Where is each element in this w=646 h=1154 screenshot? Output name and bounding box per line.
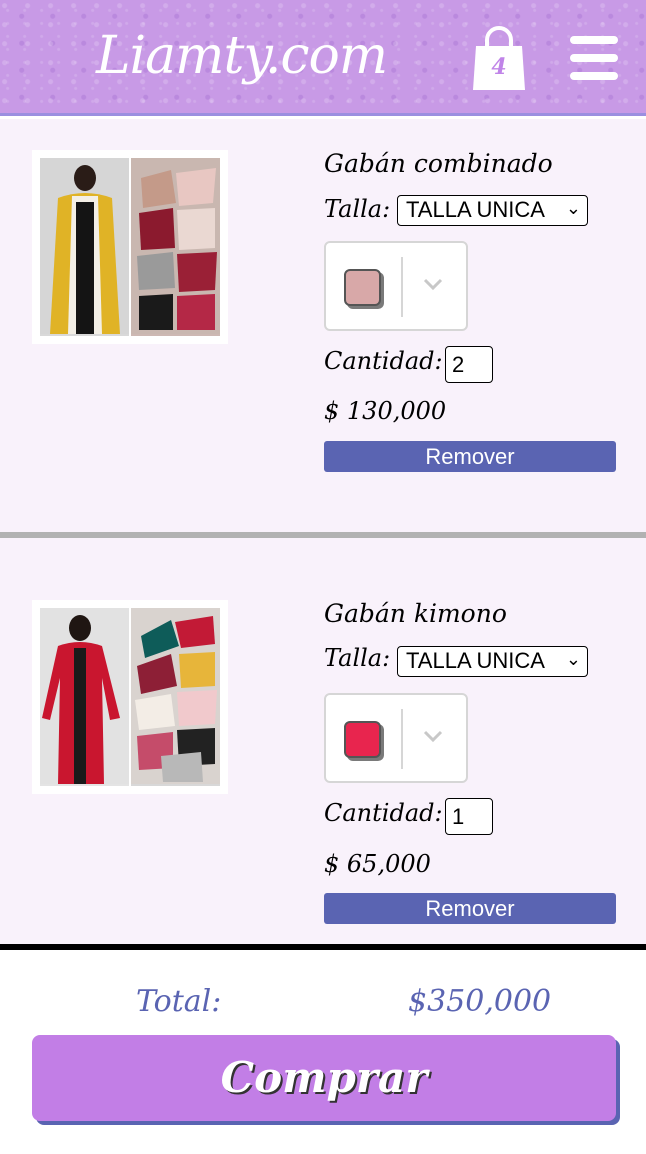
product-price: $ 65,000 bbox=[324, 850, 431, 878]
product-price: $ 130,000 bbox=[324, 397, 447, 425]
color-picker[interactable] bbox=[324, 241, 468, 331]
chevron-down-icon: ⌄ bbox=[565, 649, 581, 669]
total-label: Total: bbox=[136, 984, 222, 1019]
remove-button[interactable]: Remover bbox=[324, 893, 616, 924]
divider bbox=[401, 257, 403, 317]
size-label: Talla: bbox=[324, 644, 391, 672]
hamburger-menu-icon[interactable] bbox=[570, 36, 618, 82]
product-name: Gabán kimono bbox=[324, 599, 507, 628]
size-select[interactable]: TALLA UNICA ⌄ bbox=[397, 646, 588, 677]
quantity-label: Cantidad: bbox=[324, 347, 443, 375]
site-logo[interactable]: Liamty.com bbox=[96, 26, 388, 86]
size-select[interactable]: TALLA UNICA ⌄ bbox=[397, 195, 588, 226]
quantity-input[interactable]: 1 bbox=[445, 798, 493, 835]
color-swatch bbox=[344, 721, 381, 758]
cart-count-badge: 4 bbox=[491, 54, 507, 80]
cart-item: Gabán combinado Talla: TALLA UNICA ⌄ Can… bbox=[0, 119, 646, 532]
cart-item: Gabán kimono Talla: TALLA UNICA ⌄ Cantid… bbox=[0, 538, 646, 944]
divider bbox=[0, 944, 646, 950]
product-image[interactable] bbox=[32, 150, 228, 344]
remove-button[interactable]: Remover bbox=[324, 441, 616, 472]
quantity-input[interactable]: 2 bbox=[445, 346, 493, 383]
size-select-value: TALLA UNICA bbox=[406, 197, 545, 222]
divider bbox=[401, 709, 403, 769]
color-swatch bbox=[344, 269, 381, 306]
size-label: Talla: bbox=[324, 195, 391, 223]
app-header: Liamty.com 4 bbox=[0, 0, 646, 116]
buy-button[interactable]: Comprar bbox=[32, 1035, 616, 1121]
chevron-down-icon: ⌄ bbox=[565, 198, 581, 218]
product-name: Gabán combinado bbox=[324, 149, 553, 178]
shopping-bag-icon[interactable]: 4 bbox=[470, 26, 528, 92]
chevron-down-icon bbox=[423, 730, 443, 743]
size-select-value: TALLA UNICA bbox=[406, 648, 545, 673]
color-picker[interactable] bbox=[324, 693, 468, 783]
quantity-label: Cantidad: bbox=[324, 799, 443, 827]
chevron-down-icon bbox=[423, 278, 443, 291]
total-value: $350,000 bbox=[408, 984, 552, 1019]
product-image[interactable] bbox=[32, 600, 228, 794]
